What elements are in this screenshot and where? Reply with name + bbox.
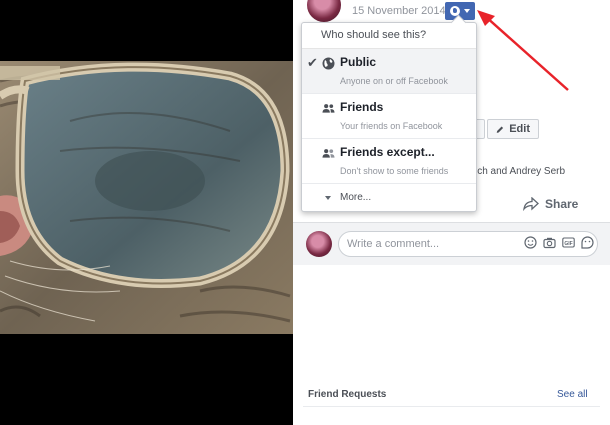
annotation-arrow: [477, 10, 569, 91]
chevron-down-icon: [464, 9, 470, 13]
photo-viewer: [0, 0, 293, 425]
user-avatar: [306, 231, 332, 257]
sticker-icon[interactable]: [581, 236, 594, 249]
globe-icon: [322, 57, 335, 70]
caret-down-icon: [325, 196, 331, 200]
friends-except-icon: [322, 149, 335, 158]
option-label: Public: [340, 55, 377, 69]
post-date[interactable]: 15 November 2014: [352, 5, 446, 17]
option-description: Your friends on Facebook: [340, 121, 443, 131]
comment-composer: GIF: [293, 223, 610, 265]
privacy-option-friends[interactable]: Friends Your friends on Facebook: [302, 94, 476, 139]
share-label: Share: [545, 197, 579, 211]
edit-button[interactable]: Edit: [487, 119, 539, 139]
pencil-icon: [496, 126, 504, 133]
post-side-panel: 15 November 2014 n Edit ich and Andrey S…: [293, 0, 610, 425]
option-description: Don't show to some friends: [340, 166, 449, 176]
share-action[interactable]: Share: [523, 197, 578, 211]
friend-requests-title: Friend Requests: [308, 389, 387, 400]
divider: [303, 406, 600, 407]
privacy-more-option[interactable]: More...: [302, 184, 476, 212]
option-description: Anyone on or off Facebook: [340, 76, 448, 86]
check-icon: ✔: [307, 55, 318, 70]
see-all-link[interactable]: See all: [557, 389, 588, 400]
author-avatar[interactable]: [307, 0, 341, 22]
privacy-dropdown-menu: Who should see this? ✔ Public Anyone on …: [301, 22, 477, 212]
privacy-option-public[interactable]: ✔ Public Anyone on or off Facebook: [302, 49, 476, 94]
svg-text:GIF: GIF: [564, 241, 572, 247]
cat-with-glasses-image: [0, 61, 293, 334]
friends-icon: [322, 104, 335, 113]
edit-button-label: Edit: [509, 123, 530, 135]
gif-icon[interactable]: GIF: [562, 236, 575, 249]
more-label: More...: [340, 192, 372, 203]
option-label: Friends except...: [340, 145, 435, 159]
emoji-icon[interactable]: [524, 236, 537, 249]
privacy-option-friends-except[interactable]: Friends except... Don't show to some fri…: [302, 139, 476, 184]
comment-tools: GIF: [524, 236, 594, 249]
post-photo[interactable]: [0, 61, 293, 334]
camera-icon[interactable]: [543, 236, 556, 249]
option-label: Friends: [340, 100, 384, 114]
share-icon: [523, 197, 539, 211]
privacy-menu-header: Who should see this?: [302, 23, 476, 49]
reactions-names[interactable]: ich and Andrey Serb: [475, 166, 565, 177]
